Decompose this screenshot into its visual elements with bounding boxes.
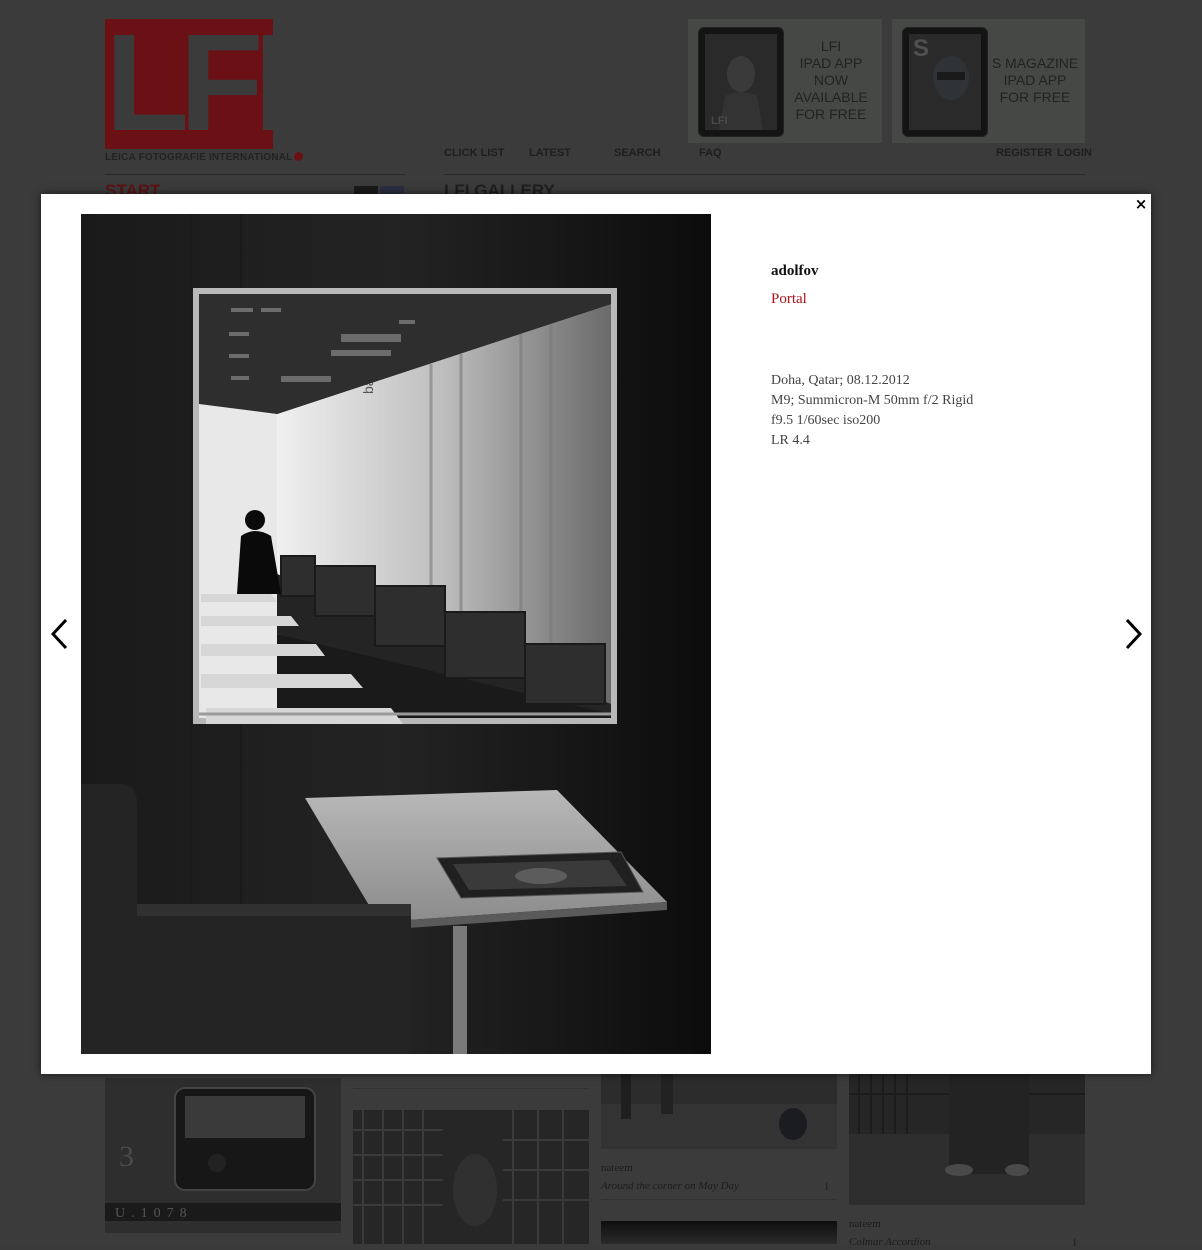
gallery-tile-may-day[interactable] xyxy=(601,1074,837,1149)
lfi-logo[interactable]: LFI xyxy=(105,13,292,153)
info-icon[interactable]: i xyxy=(825,1179,828,1194)
logo-subtitle: LEICA FOTOGRAFIE INTERNATIONAL xyxy=(105,152,304,163)
lfi-ipad-promo[interactable]: LFI LFI IPAD APP NOW AVAILABLE FOR FREE xyxy=(688,19,882,143)
promo-line: AVAILABLE xyxy=(794,89,868,105)
register-link[interactable]: REGISTER xyxy=(996,147,1052,159)
description-line: M9; Summicron-M 50mm f/2 Rigid xyxy=(771,393,974,408)
tile-title[interactable]: Around the corner on May Day xyxy=(601,1180,739,1192)
grid-window-photo xyxy=(353,1110,589,1244)
s-magazine-cover-image: S xyxy=(913,35,969,100)
nav-faq[interactable]: FAQ xyxy=(699,147,722,159)
promo-line: S MAGAZINE xyxy=(991,55,1079,71)
promo-line: IPAD APP xyxy=(799,55,863,71)
s-magazine-thumbnail: S xyxy=(902,27,988,137)
logo-subtitle-text: LEICA FOTOGRAFIE INTERNATIONAL xyxy=(105,152,293,163)
portal-photo-image: balance xyxy=(81,214,711,1054)
lfi-cover-image: LFI xyxy=(711,56,763,130)
promo-line: IPAD APP xyxy=(1003,72,1067,88)
description-line: f9.5 1/60sec iso200 xyxy=(771,413,881,428)
german-flag-icon[interactable] xyxy=(354,186,378,194)
next-arrow-glyph xyxy=(1125,618,1143,650)
lfi-promo-text: LFI IPAD APP NOW AVAILABLE FOR FREE xyxy=(786,38,876,123)
lightbox-photo: balance xyxy=(81,214,711,1054)
gallery-tile-train[interactable]: 3 U.1078 xyxy=(105,1078,341,1233)
divider xyxy=(353,1088,589,1089)
s-magazine-promo-text: S MAGAZINE IPAD APP FOR FREE xyxy=(990,55,1080,106)
s-magazine-promo[interactable]: S S MAGAZINE IPAD APP FOR FREE xyxy=(892,19,1085,143)
chevron-right-icon[interactable] xyxy=(1119,614,1149,654)
gallery-tile-accordion[interactable] xyxy=(849,1074,1085,1205)
chevron-left-icon[interactable] xyxy=(46,614,76,654)
login-link[interactable]: LOGIN xyxy=(1057,147,1092,159)
divider xyxy=(444,174,1085,175)
leica-dot-icon xyxy=(294,152,304,161)
gallery-tile-grid[interactable] xyxy=(353,1110,589,1244)
lfi-logo-text: LFI xyxy=(105,6,292,160)
lfi-ipad-thumbnail: LFI xyxy=(698,27,784,137)
description-line: Doha, Qatar; 08.12.2012 xyxy=(771,373,910,388)
language-switcher[interactable] xyxy=(354,186,404,194)
photo-author[interactable]: adolfov xyxy=(771,263,819,280)
svg-text:3: 3 xyxy=(119,1140,134,1173)
svg-text:U.1078: U.1078 xyxy=(115,1206,193,1221)
tile-author[interactable]: nateem xyxy=(849,1218,881,1230)
promo-line: NOW xyxy=(813,72,849,88)
train-window-photo: 3 U.1078 xyxy=(105,1078,341,1233)
photo-album-link[interactable]: Portal xyxy=(771,291,807,308)
gallery-tile-next[interactable] xyxy=(601,1221,837,1244)
lfi-cover-label: LFI xyxy=(711,115,728,127)
promo-line: FOR FREE xyxy=(999,89,1071,105)
uk-flag-icon[interactable] xyxy=(380,186,404,194)
info-icon[interactable]: i xyxy=(1073,1235,1076,1250)
close-icon[interactable]: × xyxy=(1134,196,1148,212)
description-line: LR 4.4 xyxy=(771,433,810,448)
tile-author[interactable]: nateem xyxy=(601,1162,633,1174)
divider xyxy=(105,174,405,175)
lfi-ipad-screen: LFI xyxy=(705,34,777,130)
promo-line: LFI xyxy=(820,38,842,54)
divider xyxy=(601,1199,837,1200)
photo-description: Doha, Qatar; 08.12.2012 M9; Summicron-M … xyxy=(771,371,973,451)
tile-title[interactable]: Colmar Accordion xyxy=(849,1236,931,1248)
nav-click-list[interactable]: CLICK LIST xyxy=(444,147,505,159)
accordion-photo xyxy=(849,1074,1085,1205)
previous-arrow-glyph xyxy=(50,618,68,650)
promo-line: FOR FREE xyxy=(795,106,867,122)
s-magazine-cover-label: S xyxy=(913,35,929,62)
may-day-photo xyxy=(601,1074,837,1149)
nav-search[interactable]: SEARCH xyxy=(614,147,660,159)
tile-photo xyxy=(601,1221,837,1244)
nav-latest[interactable]: LATEST xyxy=(529,147,571,159)
s-magazine-screen: S xyxy=(909,34,981,130)
